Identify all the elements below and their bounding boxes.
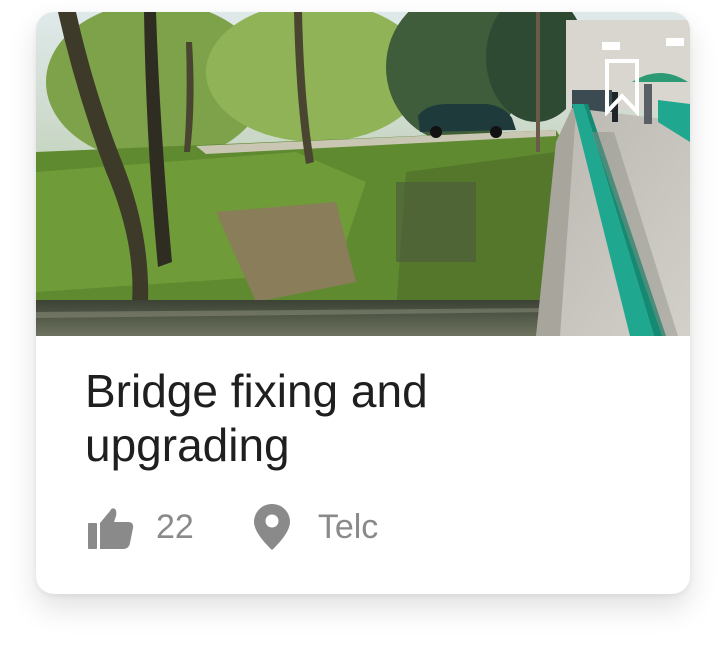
map-pin-icon bbox=[253, 504, 290, 550]
project-meta: 22 Telc bbox=[88, 504, 378, 550]
thumbs-up-icon[interactable] bbox=[88, 505, 134, 549]
location[interactable]: Telc bbox=[194, 504, 378, 550]
location-name: Telc bbox=[317, 508, 379, 546]
project-card[interactable]: Bridge fixing and upgrading 22 Telc bbox=[36, 12, 690, 594]
bookmark-icon[interactable] bbox=[604, 58, 640, 116]
project-title[interactable]: Bridge fixing and upgrading bbox=[85, 364, 645, 472]
likes-count: 22 bbox=[156, 508, 194, 546]
likes[interactable]: 22 bbox=[88, 505, 194, 549]
project-photo bbox=[36, 12, 690, 336]
